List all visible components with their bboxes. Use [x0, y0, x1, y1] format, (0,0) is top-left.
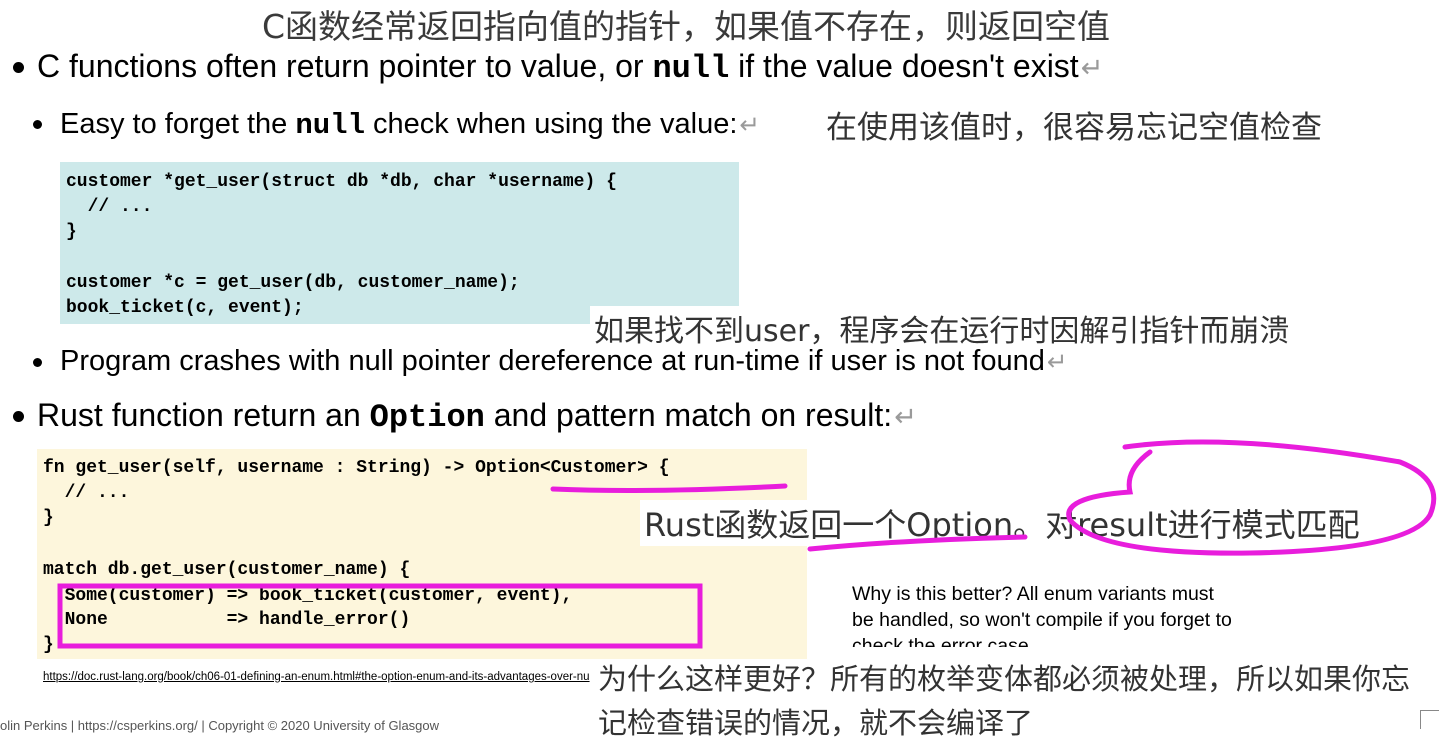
- reference-link[interactable]: https://doc.rust-lang.org/book/ch06-01-d…: [43, 671, 591, 683]
- corner-mark-icon: [1420, 710, 1439, 729]
- circle-annotation: [1066, 439, 1437, 556]
- underline-annotation: [550, 483, 788, 493]
- slide-footer: olin Perkins | https://csperkins.org/ | …: [0, 718, 440, 733]
- note-translation: 为什么这样更好？所有的枚举变体都必须被处理，所以如果你忘记检查错误的情况，就不会…: [598, 662, 1411, 740]
- box-annotation: [57, 583, 703, 649]
- note-why-better: Why is this better? All enum variants mu…: [852, 583, 1232, 647]
- underline-annotation: [807, 534, 1028, 552]
